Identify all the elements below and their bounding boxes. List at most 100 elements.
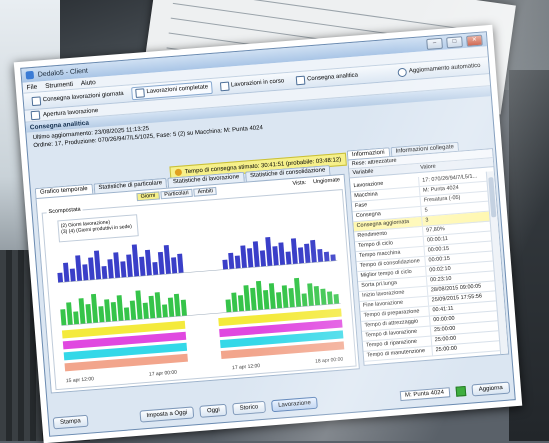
calendar-icon (31, 95, 42, 106)
print-button[interactable]: Stampa (52, 414, 89, 430)
series-1-bar (144, 249, 152, 276)
series-1-bar (131, 244, 140, 277)
series-2-bar (148, 295, 156, 319)
open-work-button[interactable]: Apertura lavorazione (43, 107, 99, 117)
series-2-bar (250, 287, 257, 311)
subtab-parts[interactable]: Particolari (159, 188, 193, 200)
series-1-bar (171, 257, 178, 274)
series-1-bar (107, 259, 114, 279)
refresh-icon (397, 67, 408, 77)
info-grid: Lavorazione 17: 070/26/94/7/L5/1... Macchi… (350, 171, 500, 362)
menu-tools[interactable]: Strumenti (45, 80, 73, 89)
go-icon[interactable] (455, 385, 467, 397)
x-tick-label: 15 apr 12:00 (66, 376, 95, 384)
app-icon (25, 70, 35, 80)
series-1-bar (234, 255, 241, 269)
series-1-bar (310, 239, 317, 263)
series-2-bar (104, 299, 111, 322)
view-select[interactable]: Ungiornate (313, 177, 340, 185)
machine-select[interactable]: M: Punta 4024 (399, 387, 451, 402)
series-2-bar (60, 309, 67, 326)
series-1-bar (240, 245, 247, 269)
series-1-bar (290, 238, 298, 265)
subtab-areas[interactable]: Ambiti (193, 186, 218, 197)
series-2-bar (110, 301, 118, 322)
open-icon (30, 110, 41, 121)
series-1-bar (259, 250, 267, 267)
series-1-bar (163, 245, 171, 275)
minimize-button[interactable]: – (426, 37, 443, 50)
grid-icon (295, 75, 306, 85)
subtab-days[interactable]: Giorni (136, 191, 160, 202)
menu-file[interactable]: File (26, 83, 37, 91)
series-1-bar (278, 242, 286, 266)
info-panel: Informazioni Informazioni collegate Rese… (346, 139, 510, 368)
series-2-bar (129, 300, 137, 320)
chart-area: Grafico temporale Statistiche di partico… (34, 164, 360, 394)
series-2-bar (154, 292, 162, 318)
series-1-bar (297, 247, 305, 264)
series-2-bar (237, 295, 245, 312)
set-today-button[interactable]: Imposta a Oggi (139, 406, 195, 423)
today-button[interactable]: Oggi (199, 403, 228, 418)
series-1-bar (317, 248, 324, 263)
toolbar-label: Lavorazioni in corso (230, 78, 285, 89)
view-label: Vista: (292, 179, 307, 187)
series-2-bar (85, 303, 92, 324)
series-1-bar (126, 254, 133, 278)
series-1-bar (88, 257, 95, 281)
document-icon (219, 81, 230, 91)
series-2-bar (313, 285, 321, 306)
series-2-bar (268, 283, 276, 310)
series-2-bar (116, 295, 124, 321)
series-2-bar (307, 283, 314, 307)
series-1-bar (69, 268, 76, 282)
series-2-bar (281, 285, 289, 309)
series-2-bar (142, 302, 149, 319)
series-1-bar (157, 251, 165, 275)
series-2-bar (231, 292, 238, 313)
series-2-bar (327, 291, 333, 305)
info-grid-panel: Rese: attrezzature Variabile Valore Lavo… (347, 148, 510, 366)
scrollbar-thumb[interactable] (488, 177, 497, 218)
series-1-bar (272, 246, 279, 266)
series-1-bar (304, 243, 311, 264)
series-1-bar (57, 272, 64, 283)
series-1-bar (177, 253, 184, 274)
series-1-bar (93, 250, 102, 280)
latest-button[interactable]: Lavorazione (270, 396, 319, 413)
series-2-bar (90, 293, 99, 323)
series-1-bar (101, 265, 108, 280)
warning-icon (174, 168, 183, 177)
menu-help[interactable]: Aiuto (81, 79, 96, 87)
series-2-bar (225, 299, 232, 313)
series-1-bar (330, 254, 336, 262)
series-1-bar (228, 252, 235, 270)
series-2-bar (288, 287, 295, 308)
series-2-bar (301, 293, 308, 307)
series-2-bar (162, 304, 168, 318)
app-window: Dedalo5 - Client – □ ✕ File Strumenti Ai… (20, 31, 516, 437)
x-tick-label: 18 apr 00:00 (315, 356, 344, 364)
series-2-bar (333, 294, 340, 305)
column-value[interactable]: Valore (417, 162, 439, 172)
series-1-bar (120, 261, 127, 278)
screenshot-frame: Dedalo5 - Client – □ ✕ File Strumenti Ai… (13, 24, 523, 443)
toolbar-label: Consegna lavorazioni giornata (42, 90, 124, 104)
series-2-bar (78, 298, 86, 324)
series-1-bar (82, 264, 89, 281)
series-1-bar (152, 261, 159, 276)
refresh-button[interactable]: Aggiorna (471, 381, 511, 397)
series-2-bar (167, 297, 175, 317)
checklist-icon (135, 87, 145, 98)
series-2-bar (180, 299, 187, 316)
series-1-bar (285, 251, 292, 265)
series-1-bar (323, 251, 330, 262)
maximize-button[interactable]: □ (446, 35, 463, 48)
series-1-bar (113, 252, 121, 279)
series-2-bar (294, 277, 302, 308)
history-button[interactable]: Storico (232, 400, 266, 416)
series-1-bar (75, 255, 83, 282)
series-2-bar (263, 289, 270, 310)
close-button[interactable]: ✕ (466, 34, 483, 47)
